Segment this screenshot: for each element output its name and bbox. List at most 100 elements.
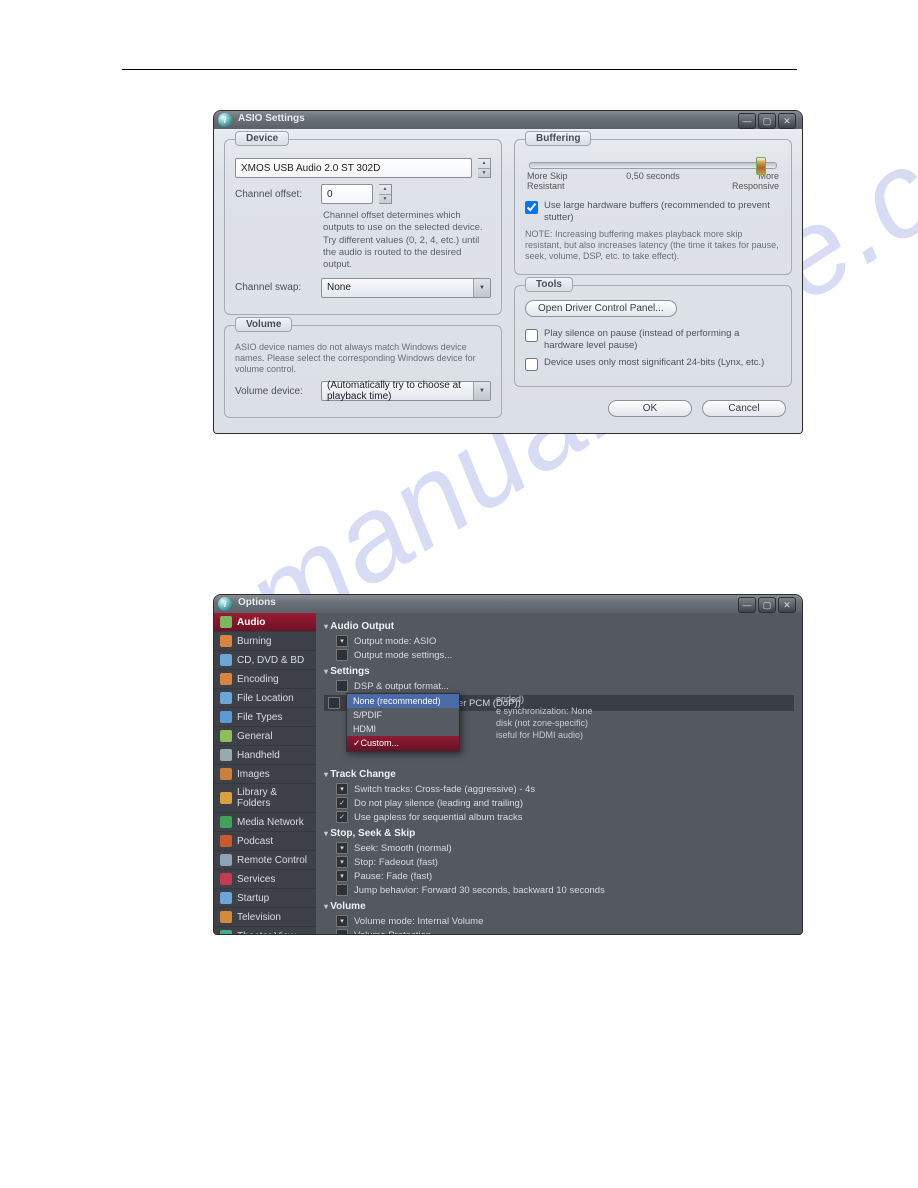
category-icon [220,768,232,780]
large-buffers-checkbox[interactable]: Use large hardware buffers (recommended … [525,200,781,224]
section-track-change: Track Change [324,769,794,780]
asio-title: ASIO Settings [238,113,305,124]
opt-vol-mode[interactable]: ▾Volume mode: Internal Volume [324,914,794,928]
volume-legend: Volume [235,317,292,332]
category-icon [220,692,232,704]
maximize-button[interactable]: ▢ [758,597,776,613]
channel-swap-select[interactable]: None▼ [321,278,491,298]
dd-spdif[interactable]: S/PDIF [347,708,459,722]
options-window: i Options — ▢ ✕ AudioBurning CD, DVD & BD… [213,594,803,935]
dd-none[interactable]: None (recommended) [347,694,459,708]
sidebar-item-file-types[interactable]: File Types [214,708,316,727]
maximize-button[interactable]: ▢ [758,113,776,129]
volume-hint: ASIO device names do not always match Wi… [235,342,491,376]
sidebar-item-label: File Location [237,693,294,704]
volume-panel: Volume ASIO device names do not always m… [224,325,502,419]
chevron-down-icon: ▼ [473,279,490,297]
category-icon [220,892,232,904]
section-stop-seek: Stop, Seek & Skip [324,828,794,839]
sidebar-item-label: Podcast [237,836,273,847]
opt-output-mode[interactable]: ▾Output mode: ASIO [324,634,794,648]
only-24bit-input[interactable] [525,358,538,371]
sidebar-item-label: Remote Control [237,855,307,866]
volume-device-select[interactable]: (Automatically try to choose at playback… [321,381,491,401]
sidebar-item-file-location[interactable]: File Location [214,689,316,708]
section-volume: Volume [324,901,794,912]
opt-seek[interactable]: ▾Seek: Smooth (normal) [324,841,794,855]
opt-gapless[interactable]: ✓Use gapless for sequential album tracks [324,810,794,824]
slider-center-label: 0,50 seconds [626,172,680,192]
buffering-slider[interactable] [529,162,777,169]
channel-offset-input[interactable]: 0 [321,184,373,204]
large-buffers-input[interactable] [525,201,538,214]
category-icon [220,835,232,847]
sidebar-item-label: Media Network [237,817,304,828]
sidebar-item-general[interactable]: General [214,727,316,746]
opt-pause[interactable]: ▾Pause: Fade (fast) [324,869,794,883]
asio-titlebar[interactable]: i ASIO Settings — ▢ ✕ [214,111,802,129]
opt-output-mode-settings[interactable]: Output mode settings... [324,648,794,662]
sidebar-item-podcast[interactable]: Podcast [214,832,316,851]
volume-device-label: Volume device: [235,386,315,397]
play-silence-checkbox[interactable]: Play silence on pause (instead of perfor… [525,328,781,352]
chevron-down-icon: ▼ [473,382,490,400]
bitstreaming-dropdown[interactable]: None (recommended) S/PDIF HDMI ✓Custom..… [346,693,460,752]
sidebar-item-media-network[interactable]: Media Network [214,813,316,832]
sidebar-item-burning[interactable]: Burning [214,632,316,651]
play-silence-label: Play silence on pause (instead of perfor… [544,328,781,352]
sidebar-item-services[interactable]: Services [214,870,316,889]
dd-custom[interactable]: ✓Custom... [347,736,459,751]
sidebar-item-label: File Types [237,712,282,723]
sidebar-item-label: General [237,731,273,742]
play-silence-input[interactable] [525,329,538,342]
channel-swap-label: Channel swap: [235,282,315,293]
device-spinner[interactable]: ▲▼ [478,158,491,178]
opt-vol-protect[interactable]: Volume Protection [324,928,794,935]
device-panel: Device XMOS USB Audio 2.0 ST 302D ▲▼ Cha… [224,139,502,315]
minimize-button[interactable]: — [738,597,756,613]
close-button[interactable]: ✕ [778,597,796,613]
section-settings: Settings [324,666,794,677]
device-select[interactable]: XMOS USB Audio 2.0 ST 302D [235,158,472,178]
sidebar-item-handheld[interactable]: Handheld [214,746,316,765]
opt-switch-tracks[interactable]: ▾Switch tracks: Cross-fade (aggressive) … [324,782,794,796]
category-icon [220,792,232,804]
slider-right-label: More Responsive [709,172,779,192]
close-button[interactable]: ✕ [778,113,796,129]
sidebar-item-theater-view[interactable]: Theater View [214,927,316,935]
sidebar-item-audio[interactable]: Audio [214,613,316,632]
volume-device-value: (Automatically try to choose at playback… [327,380,485,402]
sidebar-item-startup[interactable]: Startup [214,889,316,908]
category-icon [220,854,232,866]
sidebar-item-label: CD, DVD & BD [237,655,304,666]
sidebar-item-label: Handheld [237,750,280,761]
options-title: Options [238,597,276,608]
minimize-button[interactable]: — [738,113,756,129]
dd-hdmi[interactable]: HDMI [347,722,459,736]
only-24bit-checkbox[interactable]: Device uses only most significant 24-bit… [525,357,781,371]
category-icon [220,635,232,647]
opt-stop[interactable]: ▾Stop: Fadeout (fast) [324,855,794,869]
sidebar-item-television[interactable]: Television [214,908,316,927]
device-legend: Device [235,131,289,146]
open-driver-panel-button[interactable]: Open Driver Control Panel... [525,300,677,317]
sidebar-item-cd-dvd-bd[interactable]: CD, DVD & BD [214,651,316,670]
channel-offset-spinner[interactable]: ▲▼ [379,184,392,204]
page-divider [122,69,797,70]
slider-thumb[interactable] [756,157,766,175]
category-icon [220,654,232,666]
sidebar-item-encoding[interactable]: Encoding [214,670,316,689]
sidebar-item-library-folders[interactable]: Library & Folders [214,784,316,813]
sidebar-item-images[interactable]: Images [214,765,316,784]
info-icon: i [218,597,232,611]
opt-dsp[interactable]: DSP & output format... [324,679,794,693]
opt-jump[interactable]: Jump behavior: Forward 30 seconds, backw… [324,883,794,897]
sidebar-item-remote-control[interactable]: Remote Control [214,851,316,870]
partial-text-column: ended) e synchronization: None disk (not… [496,693,593,741]
ok-button[interactable]: OK [608,400,692,417]
cancel-button[interactable]: Cancel [702,400,786,417]
category-icon [220,730,232,742]
large-buffers-label: Use large hardware buffers (recommended … [544,200,781,224]
opt-no-silence[interactable]: ✓Do not play silence (leading and traili… [324,796,794,810]
options-titlebar[interactable]: i Options — ▢ ✕ [214,595,802,613]
